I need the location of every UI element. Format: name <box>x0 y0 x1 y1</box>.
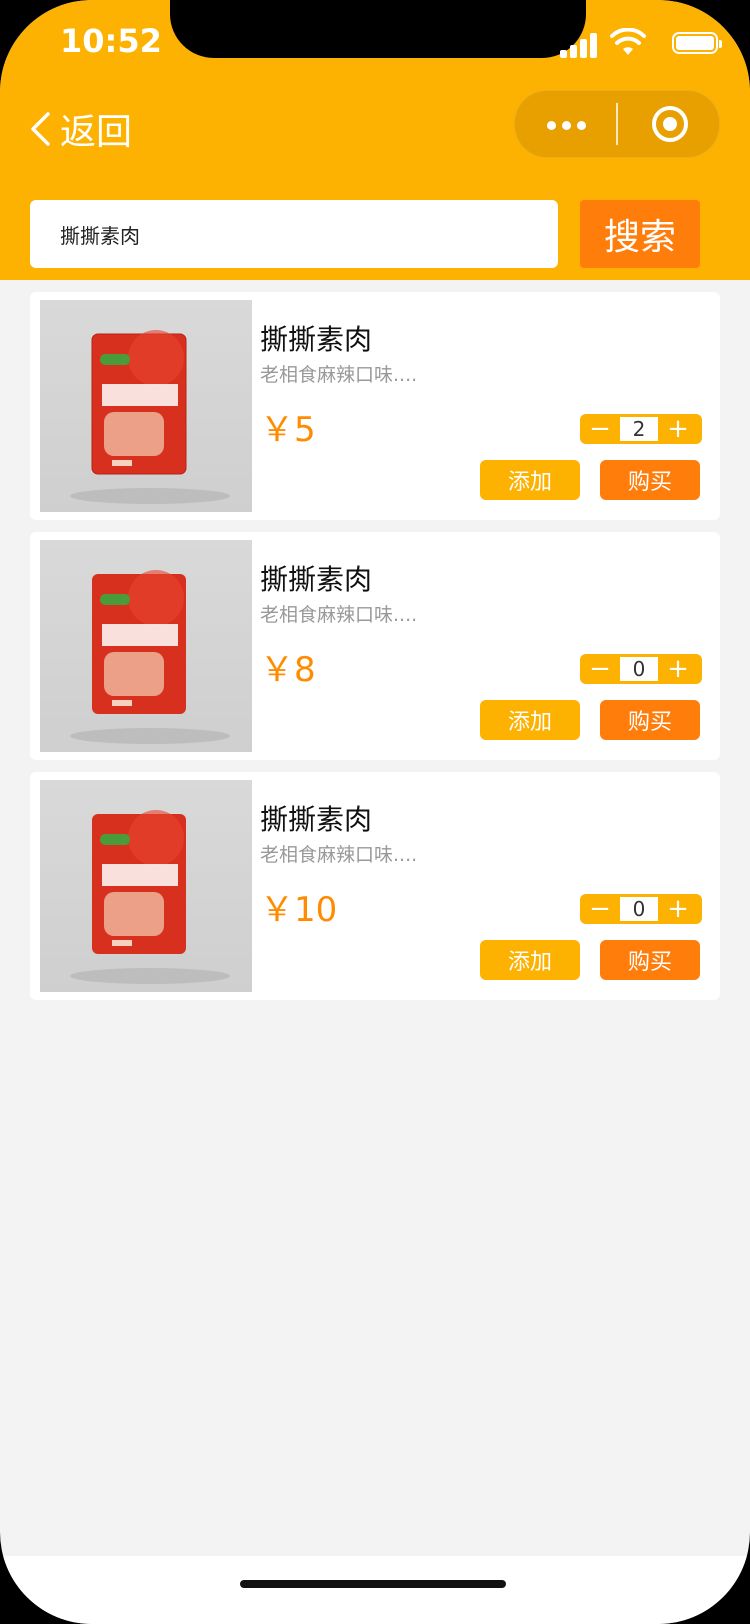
buy-button[interactable]: 购买 <box>600 940 700 980</box>
header: 10:52 返回 撕撕素肉 搜索 <box>0 0 750 280</box>
buy-button[interactable]: 购买 <box>600 460 700 500</box>
quantity-stepper: − 0 + <box>580 894 702 924</box>
product-card[interactable]: 撕撕素肉 老相食麻辣口味.... ￥5 − 2 + 添加 购买 <box>30 292 720 520</box>
capsule-divider <box>616 103 618 145</box>
product-title: 撕撕素肉 <box>260 563 373 596</box>
status-time: 10:52 <box>60 22 162 60</box>
search-input[interactable] <box>30 200 558 268</box>
product-card[interactable]: 撕撕素肉 老相食麻辣口味.... ￥10 − 0 + 添加 购买 <box>30 772 720 1000</box>
product-image <box>40 300 252 512</box>
search-button[interactable]: 搜索 <box>580 200 700 268</box>
home-bar-area <box>0 1556 750 1624</box>
product-image <box>40 780 252 992</box>
miniprogram-capsule <box>514 90 720 158</box>
quantity-stepper: − 0 + <box>580 654 702 684</box>
product-image <box>40 540 252 752</box>
add-button[interactable]: 添加 <box>480 460 580 500</box>
product-title: 撕撕素肉 <box>260 803 373 836</box>
plus-button[interactable]: + <box>658 414 698 444</box>
product-desc: 老相食麻辣口味.... <box>260 604 418 626</box>
more-icon[interactable] <box>545 109 589 139</box>
minus-button[interactable]: − <box>580 654 620 684</box>
product-desc: 老相食麻辣口味.... <box>260 844 418 866</box>
quantity-value[interactable]: 0 <box>620 897 658 921</box>
minus-button[interactable]: − <box>580 414 620 444</box>
add-button[interactable]: 添加 <box>480 940 580 980</box>
quantity-stepper: − 2 + <box>580 414 702 444</box>
wifi-icon <box>610 28 646 55</box>
chevron-left-icon <box>31 112 50 146</box>
add-button[interactable]: 添加 <box>480 700 580 740</box>
close-target-icon[interactable] <box>651 105 689 143</box>
plus-button[interactable]: + <box>658 894 698 924</box>
minus-button[interactable]: − <box>580 894 620 924</box>
product-price: ￥10 <box>260 890 338 930</box>
status-icons <box>548 28 722 60</box>
back-label: 返回 <box>60 112 133 153</box>
product-title: 撕撕素肉 <box>260 323 373 356</box>
home-indicator[interactable] <box>240 1580 506 1588</box>
quantity-value[interactable]: 0 <box>620 657 658 681</box>
product-desc: 老相食麻辣口味.... <box>260 364 418 386</box>
product-list: 撕撕素肉 老相食麻辣口味.... ￥5 − 2 + 添加 购买 撕撕素肉 老相食… <box>30 292 720 1012</box>
cellular-signal-icon <box>560 32 600 58</box>
plus-button[interactable]: + <box>658 654 698 684</box>
product-card[interactable]: 撕撕素肉 老相食麻辣口味.... ￥8 − 0 + 添加 购买 <box>30 532 720 760</box>
buy-button[interactable]: 购买 <box>600 700 700 740</box>
battery-icon <box>672 32 722 54</box>
phone-screen: 10:52 返回 撕撕素肉 搜索 撕撕素肉 老相食麻辣口味.... ￥5 − 2… <box>0 0 750 1624</box>
back-button[interactable]: 返回 <box>28 104 132 154</box>
product-price: ￥5 <box>260 410 316 450</box>
product-price: ￥8 <box>260 650 316 690</box>
notch <box>170 0 586 58</box>
quantity-value[interactable]: 2 <box>620 417 658 441</box>
